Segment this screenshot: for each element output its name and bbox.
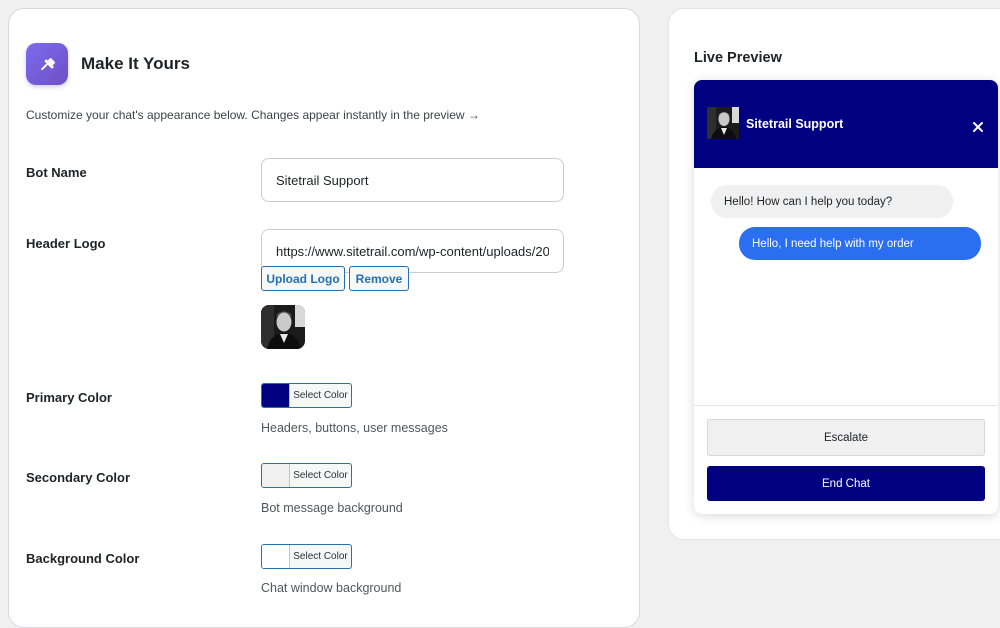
chat-avatar: [707, 107, 739, 139]
page-subtitle: Customize your chat's appearance below. …: [26, 108, 480, 122]
settings-panel: [8, 8, 640, 628]
primary-color-swatch: [262, 384, 290, 407]
bot-name-label: Bot Name: [26, 165, 87, 180]
live-preview-title: Live Preview: [694, 50, 782, 66]
secondary-color-picker[interactable]: Select Color: [261, 463, 352, 488]
chat-divider: [694, 405, 998, 406]
secondary-color-select-label: Select Color: [293, 470, 348, 481]
primary-color-help: Headers, buttons, user messages: [261, 421, 448, 435]
chat-bot-name: Sitetrail Support: [746, 117, 844, 131]
secondary-color-swatch: [262, 464, 290, 487]
chat-header: Sitetrail Support: [694, 80, 998, 168]
close-icon[interactable]: [970, 119, 986, 135]
bot-name-input[interactable]: [261, 158, 564, 202]
escalate-button[interactable]: Escalate: [707, 419, 985, 456]
page-title: Make It Yours: [81, 54, 190, 73]
background-color-swatch: [262, 545, 290, 568]
bot-message-bubble: Hello! How can I help you today?: [711, 185, 953, 218]
end-chat-button[interactable]: End Chat: [707, 466, 985, 501]
background-color-select-label: Select Color: [293, 551, 348, 562]
background-color-picker[interactable]: Select Color: [261, 544, 352, 569]
header-logo-label: Header Logo: [26, 236, 106, 251]
chat-preview-window: Sitetrail Support Hello! How can I help …: [694, 80, 998, 514]
secondary-color-label: Secondary Color: [26, 470, 131, 485]
background-color-help: Chat window background: [261, 581, 402, 595]
background-color-label: Background Color: [26, 551, 140, 566]
pin-icon: [26, 43, 68, 85]
primary-color-label: Primary Color: [26, 390, 112, 405]
secondary-color-help: Bot message background: [261, 501, 403, 515]
logo-preview-image: [261, 305, 305, 349]
primary-color-picker[interactable]: Select Color: [261, 383, 352, 408]
user-message-bubble: Hello, I need help with my order: [739, 227, 981, 260]
upload-logo-button[interactable]: Upload Logo: [261, 266, 345, 291]
remove-logo-button[interactable]: Remove: [349, 266, 409, 291]
primary-color-select-label: Select Color: [293, 390, 348, 401]
